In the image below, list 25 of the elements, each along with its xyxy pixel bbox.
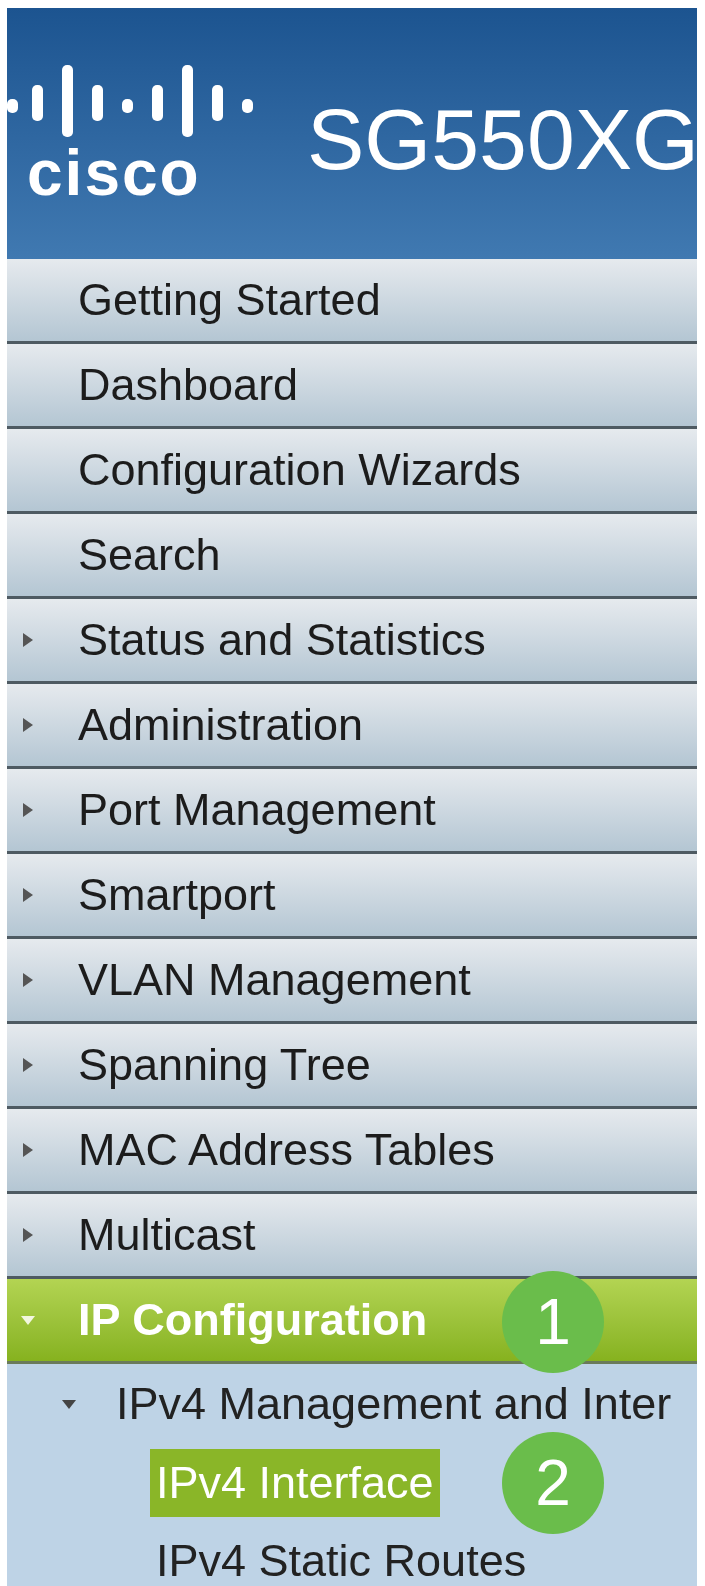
caret-right-icon: [21, 973, 35, 987]
menu-item[interactable]: Search: [7, 514, 697, 599]
menu-item[interactable]: Dashboard: [7, 344, 697, 429]
caret-right-icon: [21, 718, 35, 732]
step-badge: 2: [502, 1432, 604, 1534]
caret-right-icon: [21, 1143, 35, 1157]
caret-down-icon: [21, 1313, 35, 1327]
caret-right-icon: [21, 633, 35, 647]
menu-item[interactable]: Smartport: [7, 854, 697, 939]
menu-item[interactable]: MAC Address Tables: [7, 1109, 697, 1194]
logo-wordmark: cisco: [27, 140, 201, 205]
menu-item[interactable]: Port Management: [7, 769, 697, 854]
menu-item[interactable]: Status and Statistics: [7, 599, 697, 684]
caret-down-icon: [62, 1397, 76, 1411]
caret-right-icon: [21, 888, 35, 902]
caret-right-icon: [21, 1228, 35, 1242]
menu-item[interactable]: Configuration Wizards: [7, 429, 697, 514]
menu-item[interactable]: Spanning Tree: [7, 1024, 697, 1109]
menu-item[interactable]: Getting Started: [7, 259, 697, 344]
device-title: SG550XG: [307, 95, 697, 182]
caret-right-icon: [21, 1058, 35, 1072]
menu-item[interactable]: Administration: [7, 684, 697, 769]
menu-item[interactable]: VLAN Management: [7, 939, 697, 1024]
menu-item[interactable]: Multicast: [7, 1194, 697, 1279]
caret-right-icon: [21, 803, 35, 817]
